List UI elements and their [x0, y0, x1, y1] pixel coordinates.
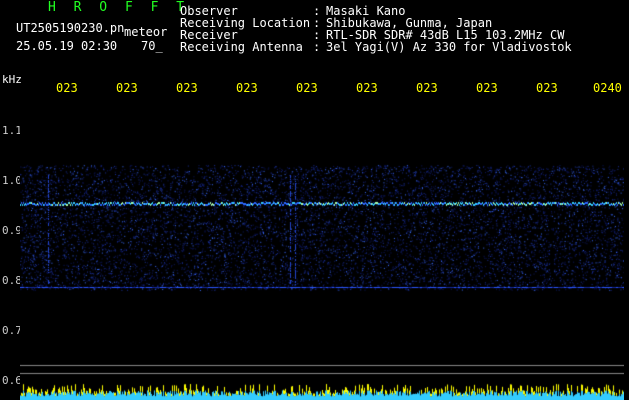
time-tick: 023	[176, 81, 198, 95]
freq-tick: 1.0	[2, 174, 22, 187]
freq-tick: 0.6	[2, 374, 22, 387]
frequency-unit: kHz	[2, 73, 22, 86]
antenna-label: Receiving Antenna	[180, 40, 303, 54]
time-tick: 023	[296, 81, 318, 95]
date-time: 25.05.19 02:30	[16, 39, 118, 53]
time-tick: 023	[116, 81, 138, 95]
app-brand: H R O F F T	[48, 0, 190, 15]
signal-level-strip	[20, 380, 624, 400]
hrofft-window: H R O F F T UT2505190230.pn meteor 25.05…	[0, 0, 629, 400]
antenna-value: 3el Yagi(V) Az 330 for Vladivostok	[326, 40, 572, 54]
freq-tick: 0.7	[2, 324, 22, 337]
time-tick: 023	[536, 81, 558, 95]
freq-tick: 0.8	[2, 274, 22, 287]
freq-tick: 1.1	[2, 124, 22, 137]
time-tick: 023	[356, 81, 378, 95]
level-value: 70_	[141, 39, 163, 53]
time-tick: 023	[236, 81, 258, 95]
time-tick: 023	[476, 81, 498, 95]
time-tick: 023	[416, 81, 438, 95]
spectrogram	[20, 95, 624, 380]
event-type: meteor	[124, 25, 168, 39]
time-tick: 023	[56, 81, 78, 95]
time-tick: 0240	[593, 81, 622, 95]
file-name: UT2505190230.pn	[16, 21, 125, 35]
freq-tick: 0.9	[2, 224, 22, 237]
antenna-separator: :	[313, 40, 321, 54]
